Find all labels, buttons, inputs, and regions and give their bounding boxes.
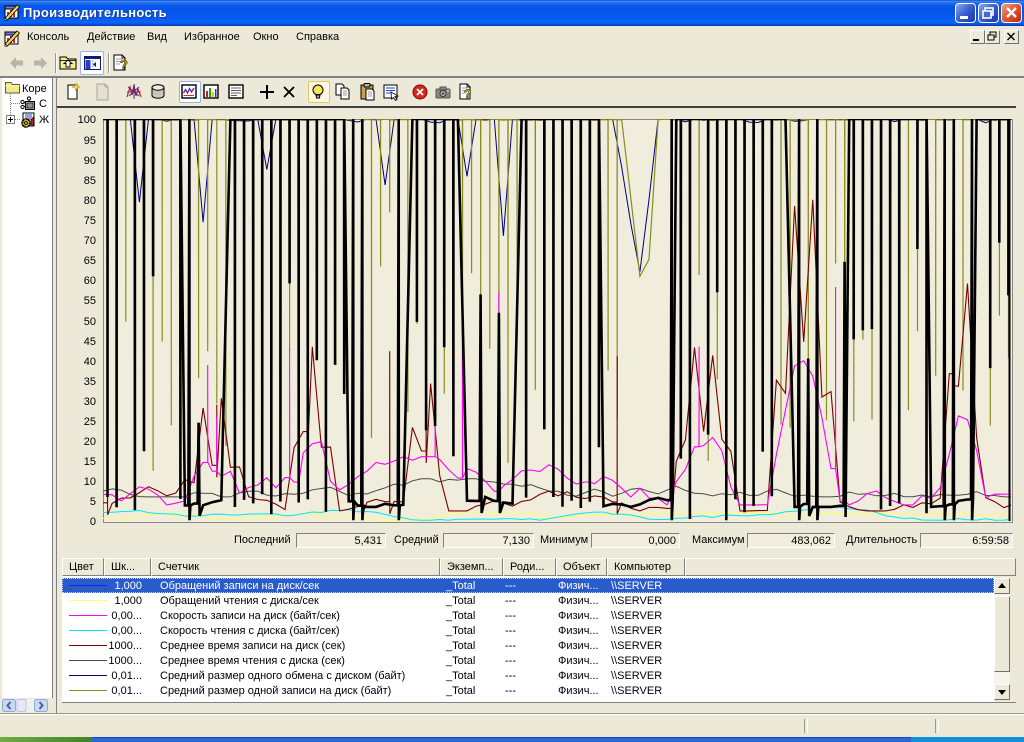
svg-text:?: ? [464,87,471,101]
svg-text:?: ? [120,57,128,72]
